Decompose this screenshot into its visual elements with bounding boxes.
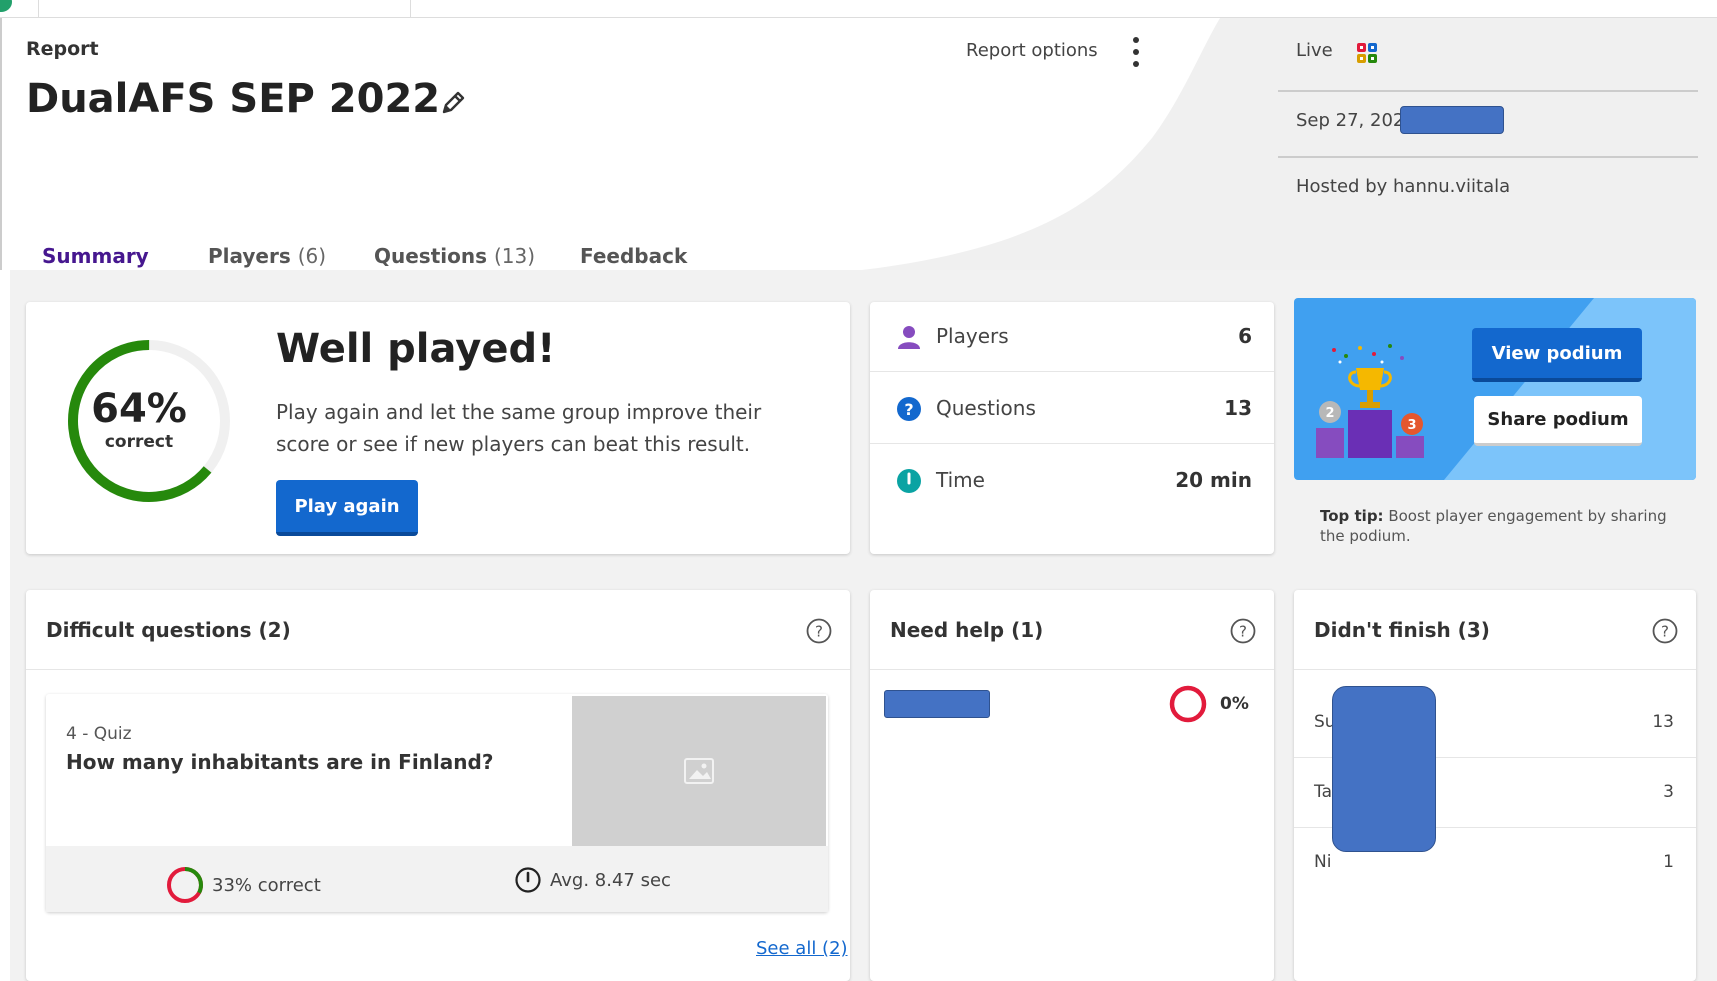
report-options-button[interactable]: Report options [966,40,1098,61]
report-content: 64% correct Well played! Play again and … [10,270,1717,981]
share-podium-button[interactable]: Share podium [1474,396,1642,446]
question-correct-stat: 33% correct [166,866,321,904]
meta-divider [1278,156,1698,158]
play-again-button[interactable]: Play again [276,480,418,536]
card-header: Need help (1) ? [870,590,1274,670]
stat-players: Players 6 [870,302,1274,372]
need-help-card: Need help (1) ? 0% [870,590,1274,981]
game-mode-label: Live [1296,40,1333,61]
svg-text:?: ? [1239,623,1247,641]
svg-text:?: ? [815,623,823,641]
didnt-finish-card: Didn't finish (3) ? Su 13 Ta 3 Ni 1 [1294,590,1696,981]
app-logo-icon [0,0,12,12]
tab-questions[interactable]: Questions (13) [374,244,535,268]
svg-text:?: ? [1661,623,1669,641]
silver-medal: 2 [1325,406,1334,421]
difficult-question-item[interactable]: 4 - Quiz How many inhabitants are in Fin… [46,694,828,912]
see-all-link[interactable]: See all (2) [756,938,848,959]
page-title: DualAFS SEP 2022 [26,76,441,122]
question-number: 4 - Quiz [66,724,132,744]
question-text: How many inhabitants are in Finland? [66,750,494,774]
redaction-box [1332,686,1436,852]
browser-top-strip [0,0,1717,18]
help-icon[interactable]: ? [1652,618,1678,644]
person-icon [898,326,920,349]
report-date: Sep 27, 202 [1296,110,1405,131]
summary-heading: Well played! [276,326,556,372]
help-icon[interactable]: ? [1230,618,1256,644]
tab-players[interactable]: Players (6) [208,244,326,268]
stat-time: Time 20 min [870,446,1274,516]
question-avg-time: Avg. 8.47 sec [514,866,671,894]
meta-divider [1278,90,1698,92]
header-grey-shape [862,18,1717,270]
percent-correct-label: correct [104,432,174,452]
redaction-box [1400,106,1504,134]
view-podium-button[interactable]: View podium [1472,328,1642,382]
top-tip: Top tip: Boost player engagement by shar… [1320,507,1667,545]
card-title: Difficult questions (2) [46,618,291,642]
podium-card: 2 3 View podium Share podium [1294,298,1696,480]
summary-card: 64% correct Well played! Play again and … [26,302,850,554]
card-title: Need help (1) [890,618,1044,642]
tab-feedback[interactable]: Feedback [580,244,687,268]
browser-tab[interactable] [38,0,411,18]
report-header: Report DualAFS SEP 2022 Report options L… [0,18,1717,284]
card-header: Didn't finish (3) ? [1294,590,1696,670]
player-correct-ring [1169,685,1207,723]
stat-questions: ? Questions 13 [870,374,1274,444]
svg-text:?: ? [904,400,913,419]
clock-icon [897,469,921,493]
question-image-placeholder [572,696,826,846]
podium-background: 2 3 [1316,298,1696,480]
correct-ratio-icon [167,867,203,903]
question-icon: ? [897,397,921,421]
percent-correct: 64% [91,386,187,432]
timer-icon [515,867,541,893]
player-percent: 0% [1220,694,1249,714]
stats-card: Players 6 ? Questions 13 Time 20 min [870,302,1274,554]
card-title: Didn't finish (3) [1314,618,1490,642]
tab-summary[interactable]: Summary [42,244,149,268]
redaction-box [884,690,990,718]
card-header: Difficult questions (2) ? [26,590,850,670]
hosted-by: Hosted by hannu.viitala [1296,176,1511,197]
pencil-icon[interactable] [438,88,468,118]
live-game-icon [1357,43,1377,63]
summary-message: Play again and let the same group improv… [276,400,762,456]
bronze-medal: 3 [1407,418,1416,433]
more-options-icon[interactable] [1126,34,1146,70]
help-icon[interactable]: ? [806,618,832,644]
question-stats-footer: 33% correct Avg. 8.47 sec [46,846,828,912]
difficult-questions-card: Difficult questions (2) ? 4 - Quiz How m… [26,590,850,981]
section-label: Report [26,38,99,60]
